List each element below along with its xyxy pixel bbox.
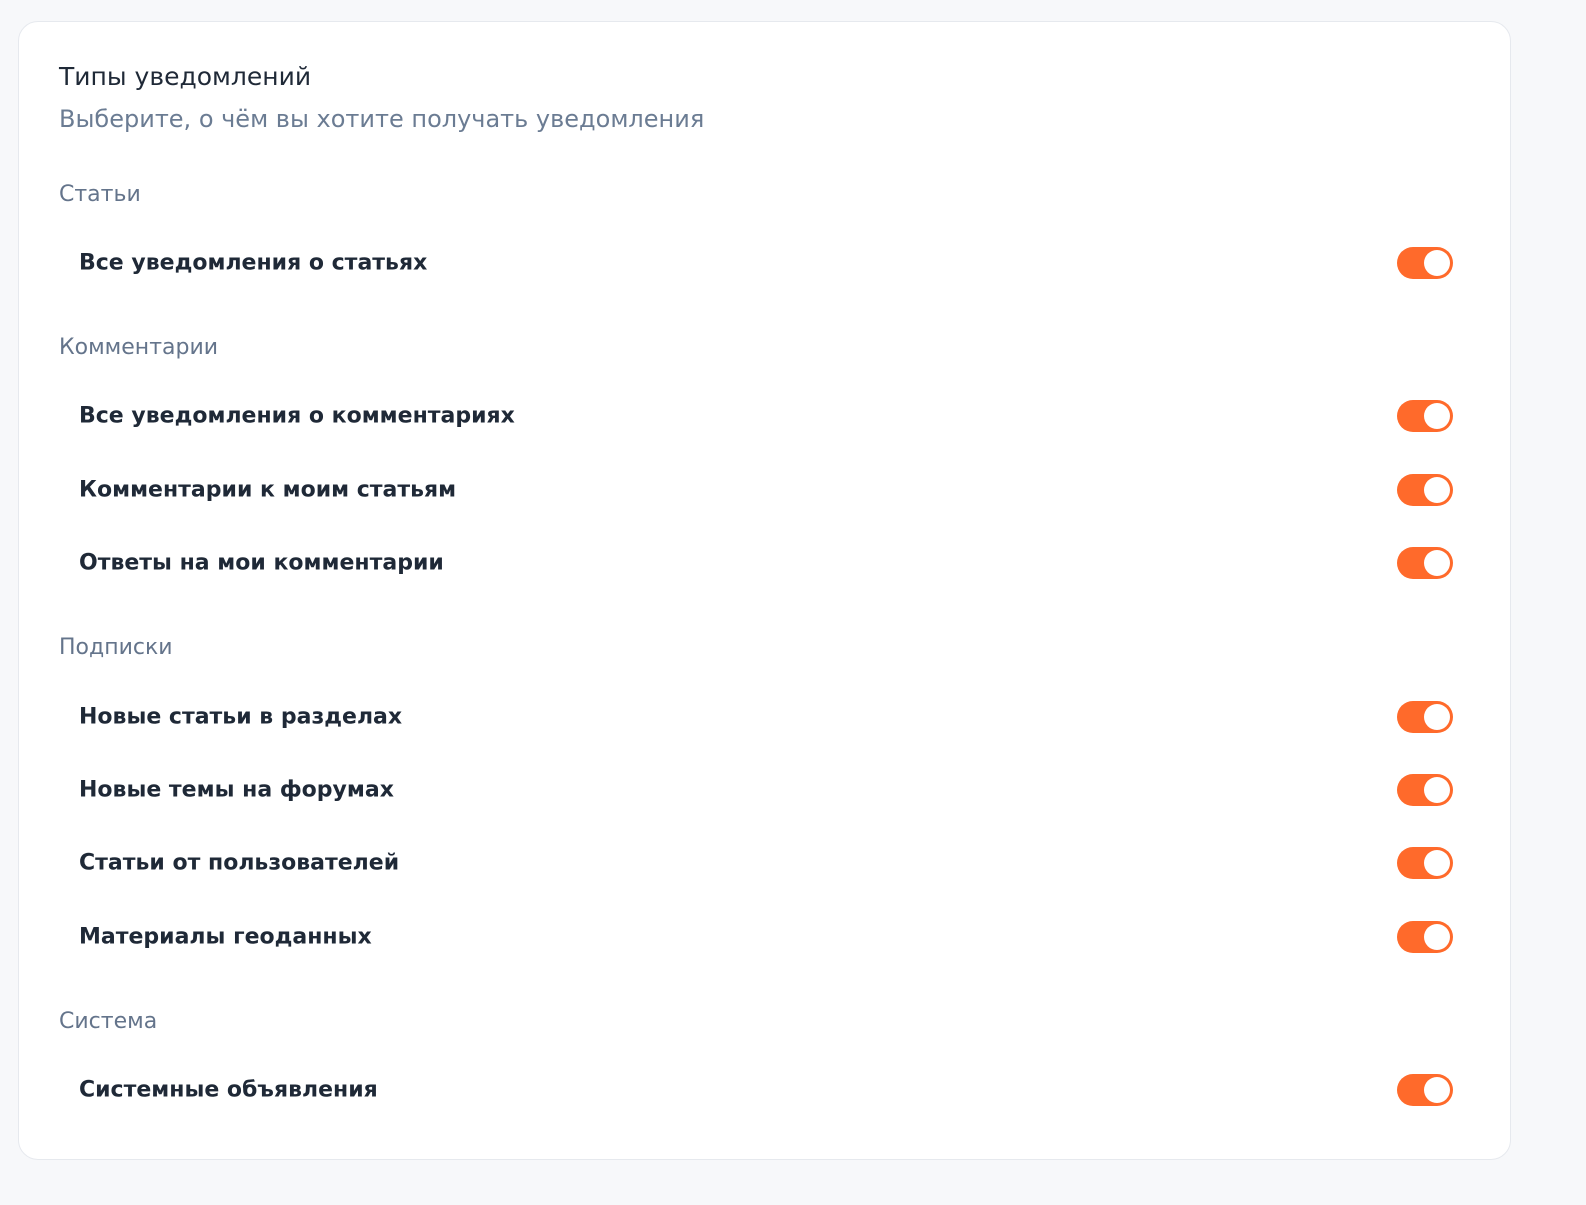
setting-label: Системные объявления: [79, 1077, 378, 1103]
toggle-articles-from-users[interactable]: [1397, 847, 1453, 879]
toggle-knob: [1424, 250, 1450, 276]
toggle-new-forum-topics[interactable]: [1397, 774, 1453, 806]
toggle-knob: [1424, 777, 1450, 803]
toggle-knob: [1424, 403, 1450, 429]
toggle-new-articles-in-sections[interactable]: [1397, 701, 1453, 733]
toggle-replies-to-my-comments[interactable]: [1397, 547, 1453, 579]
setting-label: Материалы геоданных: [79, 924, 372, 950]
setting-label: Все уведомления о статьях: [79, 250, 428, 276]
card-subtitle: Выберите, о чём вы хотите получать уведо…: [59, 105, 705, 133]
setting-row-articles-from-users: Статьи от пользователей: [79, 841, 1453, 885]
toggle-knob: [1424, 850, 1450, 876]
notification-types-card: Типы уведомлений Выберите, о чём вы хоти…: [18, 21, 1511, 1160]
section-title-subscriptions: Подписки: [59, 635, 173, 660]
toggle-knob: [1424, 477, 1450, 503]
toggle-knob: [1424, 1077, 1450, 1103]
toggle-comments-on-my-articles[interactable]: [1397, 474, 1453, 506]
setting-label: Новые статьи в разделах: [79, 704, 403, 730]
toggle-geodata-materials[interactable]: [1397, 921, 1453, 953]
toggle-knob: [1424, 704, 1450, 730]
toggle-knob: [1424, 924, 1450, 950]
setting-label: Новые темы на форумах: [79, 777, 394, 803]
setting-row-comments-on-my-articles: Комментарии к моим статьям: [79, 468, 1453, 512]
setting-label: Комментарии к моим статьям: [79, 477, 457, 503]
setting-row-system-announcements: Системные объявления: [79, 1068, 1453, 1112]
setting-label: Ответы на мои комментарии: [79, 550, 444, 576]
setting-row-new-forum-topics: Новые темы на форумах: [79, 768, 1453, 812]
setting-row-geodata-materials: Материалы геоданных: [79, 915, 1453, 959]
section-title-articles: Статьи: [59, 182, 141, 207]
toggle-all-articles[interactable]: [1397, 247, 1453, 279]
setting-label: Статьи от пользователей: [79, 850, 400, 876]
setting-row-new-articles-in-sections: Новые статьи в разделах: [79, 695, 1453, 739]
setting-row-all-comments: Все уведомления о комментариях: [79, 394, 1453, 438]
toggle-all-comments[interactable]: [1397, 400, 1453, 432]
card-title: Типы уведомлений: [59, 62, 312, 91]
section-title-system: Система: [59, 1009, 158, 1034]
section-title-comments: Комментарии: [59, 335, 219, 360]
toggle-knob: [1424, 550, 1450, 576]
toggle-system-announcements[interactable]: [1397, 1074, 1453, 1106]
setting-label: Все уведомления о комментариях: [79, 403, 515, 429]
setting-row-all-articles: Все уведомления о статьях: [79, 241, 1453, 285]
setting-row-replies-to-my-comments: Ответы на мои комментарии: [79, 541, 1453, 585]
